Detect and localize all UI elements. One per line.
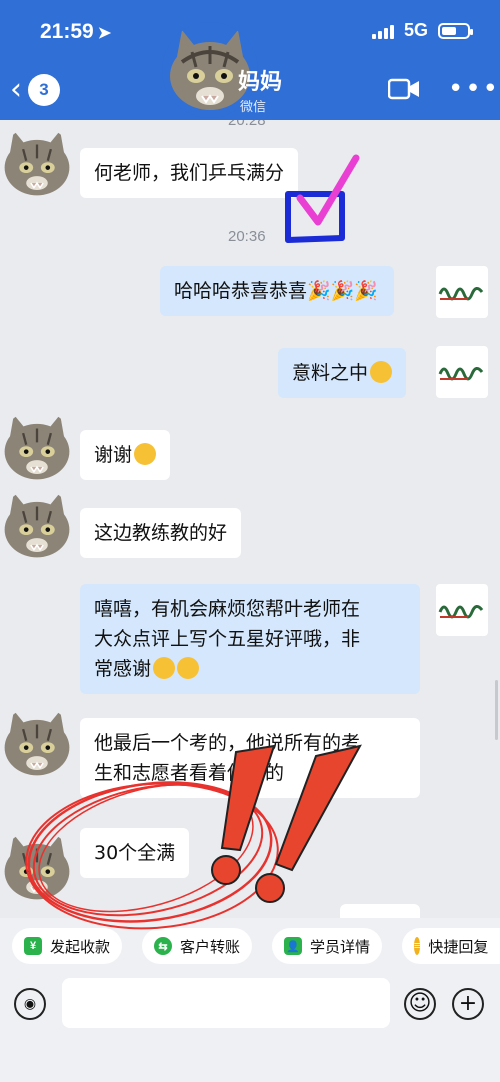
smiley-icon: ☺ [408, 991, 432, 1016]
message-bubble-outgoing[interactable]: 意料之中 [278, 348, 407, 398]
message-text-line: 大众点评上写个五星好评哦，非 [94, 628, 361, 650]
reply-icon: ≡ [414, 937, 421, 955]
input-bar: ◉ ☺ + [0, 976, 500, 1082]
quick-action-label: 发起收款 [50, 937, 111, 956]
quick-action-quick-reply[interactable]: ≡ 快捷回复 [402, 928, 500, 964]
contact-message-avatar[interactable] [0, 410, 74, 484]
my-avatar[interactable] [436, 266, 488, 318]
quick-action-label: 学员详情 [310, 937, 371, 956]
scroll-indicator[interactable] [495, 680, 498, 740]
sleepy-emoji-icon [177, 657, 200, 679]
logo-icon [438, 605, 484, 619]
chat-title: 妈妈 [238, 70, 283, 95]
my-avatar[interactable] [436, 346, 488, 398]
cat-avatar-image [0, 410, 74, 484]
message-bubble-outgoing[interactable]: 嘻嘻，有机会麻烦您帮叶老师在 大众点评上写个五星好评哦，非 常感谢 [80, 584, 420, 694]
message-bubble-incoming[interactable]: 30个全满 [80, 828, 190, 878]
chat-title-block: 妈妈 微信 [238, 64, 282, 115]
message-text-line: 嘻嘻，有机会麻烦您帮叶老师在 [94, 598, 361, 620]
more-options-button[interactable]: + [452, 988, 484, 1020]
person-icon: 👤 [284, 937, 302, 955]
logo-icon [438, 287, 484, 301]
voice-icon: ◉ [23, 996, 37, 1012]
status-time: 21:59 ➤ [40, 20, 111, 44]
signal-icon [371, 23, 394, 39]
my-avatar[interactable] [436, 584, 488, 636]
message-text-line: 生和志愿者看着他考的 [94, 762, 285, 784]
message-text: 意料之中 [292, 362, 369, 384]
location-arrow-icon: ➤ [97, 25, 112, 42]
cat-avatar-image [0, 488, 74, 562]
unread-badge: 3 [28, 74, 60, 106]
message-text-line: 常感谢 [94, 658, 152, 680]
quick-action-label: 客户转账 [180, 937, 241, 956]
contact-message-avatar[interactable] [0, 706, 74, 780]
status-time-text: 21:59 [40, 20, 94, 43]
sunglasses-emoji-icon [370, 361, 393, 383]
message-text: 谢谢 [94, 444, 133, 466]
network-label: 5G [403, 20, 428, 40]
yen-icon: ¥ [24, 937, 42, 955]
party-popper-icon: 🎉🎉🎉 [307, 280, 378, 302]
logo-icon [438, 367, 484, 381]
quick-action-customer-transfer[interactable]: ⇆ 客户转账 [142, 928, 253, 964]
message-text-line: 他最后一个考的，他说所有的考 [94, 732, 361, 754]
status-right: 5G [371, 20, 473, 41]
top-bar: 21:59 ➤ 5G ‹ 3 妈妈 微信 ••• [0, 0, 500, 120]
sleepy-emoji-icon [153, 657, 176, 679]
contact-message-avatar[interactable] [0, 830, 74, 904]
message-input[interactable] [62, 978, 390, 1028]
cat-avatar-image [0, 830, 74, 904]
back-button[interactable]: ‹ 3 [10, 74, 60, 106]
quick-action-collect-payment[interactable]: ¥ 发起收款 [12, 928, 123, 964]
contact-message-avatar[interactable] [0, 126, 74, 200]
message-bubble-incoming[interactable]: 何老师，我们乒乓满分 [80, 148, 299, 198]
chat-subtitle: 微信 [240, 100, 267, 115]
contact-message-avatar[interactable] [0, 488, 74, 562]
cat-avatar-image [0, 706, 74, 780]
emoji-button[interactable]: ☺ [404, 988, 436, 1020]
thinking-emoji-icon [134, 443, 157, 465]
more-icon[interactable]: ••• [448, 76, 500, 102]
video-call-icon[interactable] [388, 78, 420, 100]
chevron-left-icon: ‹ [10, 72, 22, 107]
voice-input-button[interactable]: ◉ [14, 988, 46, 1020]
quick-actions-bar: ¥ 发起收款 ⇆ 客户转账 👤 学员详情 ≡ 快捷回复 [0, 918, 500, 976]
chat-area[interactable]: 20:28 何老师，我们乒乓满分 20:36 哈哈哈恭喜恭喜🎉🎉🎉 意料之中 谢… [0, 120, 500, 920]
quick-action-label: 快捷回复 [428, 937, 489, 956]
message-bubble-incoming[interactable]: 他最后一个考的，他说所有的考 生和志愿者看着他考的 [80, 718, 420, 798]
message-bubble-incoming[interactable]: 谢谢 [80, 430, 171, 480]
message-bubble-incoming[interactable]: 这边教练教的好 [80, 508, 242, 558]
timestamp: 20:36 [228, 228, 266, 245]
cat-avatar-image [0, 126, 74, 200]
battery-icon [438, 22, 473, 39]
timestamp: 20:28 [228, 120, 266, 129]
message-bubble-outgoing[interactable]: 哈哈哈恭喜恭喜🎉🎉🎉 [160, 266, 394, 316]
message-text: 哈哈哈恭喜恭喜 [174, 280, 308, 302]
plus-icon: + [458, 991, 478, 1016]
transfer-icon: ⇆ [154, 937, 172, 955]
quick-action-student-details[interactable]: 👤 学员详情 [272, 928, 383, 964]
